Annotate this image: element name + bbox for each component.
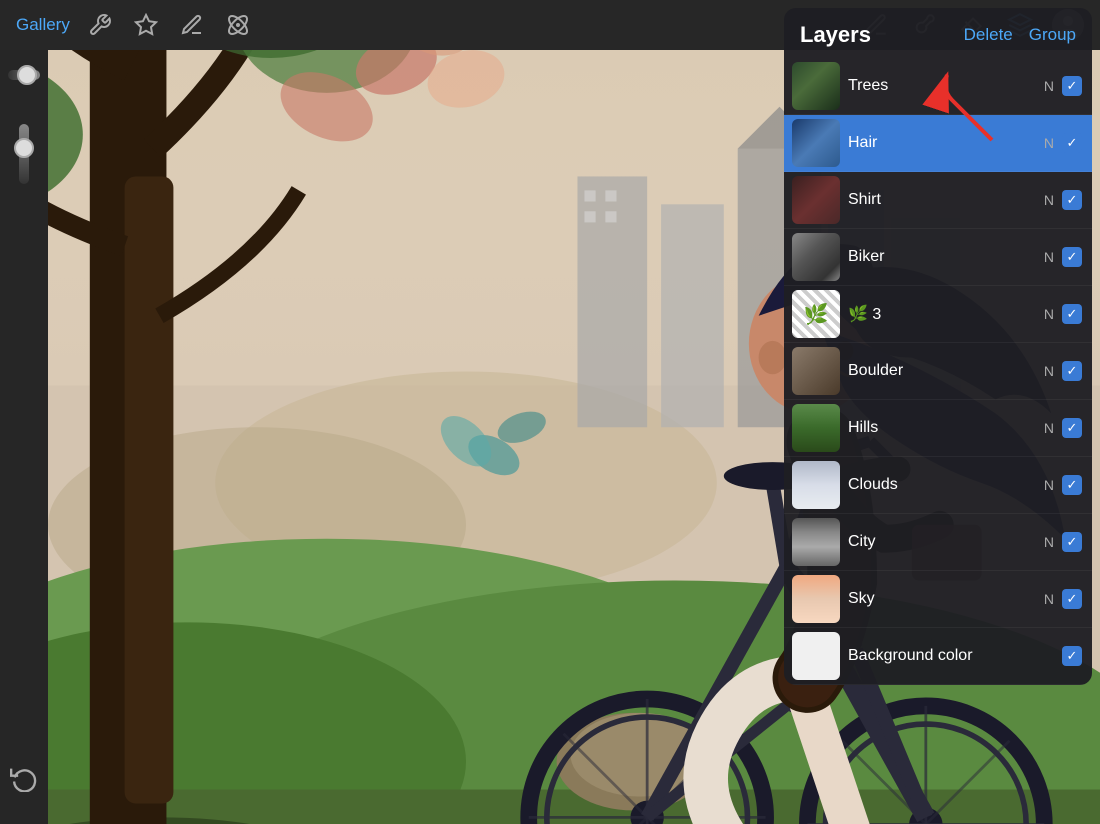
layer-row-hills[interactable]: Hills N — [784, 400, 1092, 457]
layer-visible-bgcol[interactable] — [1062, 646, 1082, 666]
layer-info-boulder: Boulder N — [848, 361, 1082, 381]
layer-thumb-sky — [792, 575, 840, 623]
layer-controls-sky: N — [1044, 589, 1082, 609]
layer-thumb-3: 🌿 — [792, 290, 840, 338]
layer-mode-boulder: N — [1044, 363, 1054, 379]
layer-controls-boulder: N — [1044, 361, 1082, 381]
layer-thumb-hills — [792, 404, 840, 452]
toolbar-left: Gallery — [16, 9, 254, 41]
layer-controls-trees: N — [1044, 76, 1082, 96]
layer-mode-trees: N — [1044, 78, 1054, 94]
layer-row-trees[interactable]: Trees N — [784, 58, 1092, 115]
layer-info-bgcol: Background color — [848, 646, 1082, 666]
layer-info-trees: Trees N — [848, 76, 1082, 96]
layers-header: Layers Delete Group — [784, 8, 1092, 58]
gallery-button[interactable]: Gallery — [16, 15, 70, 35]
layer-mode-hair: N — [1044, 135, 1054, 151]
layer-visible-biker[interactable] — [1062, 247, 1082, 267]
layer-row-biker[interactable]: Biker N — [784, 229, 1092, 286]
layer-name-shirt: Shirt — [848, 191, 881, 209]
layer-name-sky: Sky — [848, 590, 875, 608]
layer-visible-hills[interactable] — [1062, 418, 1082, 438]
layer-thumb-shirt — [792, 176, 840, 224]
wrench-tool[interactable] — [84, 9, 116, 41]
layer-visible-boulder[interactable] — [1062, 361, 1082, 381]
layer-visible-3[interactable] — [1062, 304, 1082, 324]
layer-thumb-hair — [792, 119, 840, 167]
layer-info-biker: Biker N — [848, 247, 1082, 267]
layer-visible-sky[interactable] — [1062, 589, 1082, 609]
layer-name-boulder: Boulder — [848, 362, 903, 380]
layer-row-city[interactable]: City N — [784, 514, 1092, 571]
layer-mode-clouds: N — [1044, 477, 1054, 493]
undo-button[interactable] — [6, 760, 42, 796]
layer-row-boulder[interactable]: Boulder N — [784, 343, 1092, 400]
layer-info-hills: Hills N — [848, 418, 1082, 438]
layer-info-clouds: Clouds N — [848, 475, 1082, 495]
layer-controls-3: N — [1044, 304, 1082, 324]
layer-name-3: 🌿 3 — [848, 304, 881, 324]
layer-mode-shirt: N — [1044, 192, 1054, 208]
layer-row-hair[interactable]: Hair N — [784, 115, 1092, 172]
group-button[interactable]: Group — [1029, 25, 1076, 45]
layer-name-city: City — [848, 533, 876, 551]
layer-thumb-trees — [792, 62, 840, 110]
layer-mode-city: N — [1044, 534, 1054, 550]
layer-mode-3: N — [1044, 306, 1054, 322]
layer-visible-city[interactable] — [1062, 532, 1082, 552]
layer-name-hills: Hills — [848, 419, 878, 437]
layers-panel: Layers Delete Group Trees N Hair N — [784, 8, 1092, 685]
layer-info-3: 🌿 3 N — [848, 304, 1082, 324]
layer-controls-hair: N — [1044, 133, 1082, 153]
layer-name-trees: Trees — [848, 77, 888, 95]
adjust-tool[interactable] — [130, 9, 162, 41]
layer-controls-clouds: N — [1044, 475, 1082, 495]
layer-mode-hills: N — [1044, 420, 1054, 436]
layer-controls-bgcol — [1062, 646, 1082, 666]
delete-button[interactable]: Delete — [964, 25, 1013, 45]
layer-visible-hair[interactable] — [1062, 133, 1082, 153]
layer-row-shirt[interactable]: Shirt N — [784, 172, 1092, 229]
layers-title: Layers — [800, 22, 871, 48]
layer-controls-city: N — [1044, 532, 1082, 552]
layer-visible-clouds[interactable] — [1062, 475, 1082, 495]
brush-size-slider[interactable] — [8, 70, 40, 80]
layer-name-hair: Hair — [848, 134, 877, 152]
layer-thumb-boulder — [792, 347, 840, 395]
layer-info-hair: Hair N — [848, 133, 1082, 153]
layer-thumb-biker — [792, 233, 840, 281]
layer-info-sky: Sky N — [848, 589, 1082, 609]
layer-thumb-city — [792, 518, 840, 566]
layer-row-3[interactable]: 🌿 🌿 3 N — [784, 286, 1092, 343]
layer-controls-biker: N — [1044, 247, 1082, 267]
layer-thumb-bgcol — [792, 632, 840, 680]
layer-controls-hills: N — [1044, 418, 1082, 438]
layer-name-clouds: Clouds — [848, 476, 898, 494]
layer-mode-biker: N — [1044, 249, 1054, 265]
layer-row-clouds[interactable]: Clouds N — [784, 457, 1092, 514]
layer-mode-sky: N — [1044, 591, 1054, 607]
layer-info-shirt: Shirt N — [848, 190, 1082, 210]
layer-row-bgcol[interactable]: Background color — [784, 628, 1092, 685]
layer-thumb-clouds — [792, 461, 840, 509]
layer-name-bgcol: Background color — [848, 647, 973, 665]
smudge-tool[interactable] — [176, 9, 208, 41]
symmetry-tool[interactable] — [222, 9, 254, 41]
layer-row-sky[interactable]: Sky N — [784, 571, 1092, 628]
layer-info-city: City N — [848, 532, 1082, 552]
brush-opacity-slider[interactable] — [19, 124, 29, 184]
layers-actions: Delete Group — [964, 25, 1076, 45]
layer-controls-shirt: N — [1044, 190, 1082, 210]
left-toolbar — [0, 50, 48, 824]
layer-visible-trees[interactable] — [1062, 76, 1082, 96]
layer-name-biker: Biker — [848, 248, 884, 266]
layer-visible-shirt[interactable] — [1062, 190, 1082, 210]
brush-size-controls — [8, 70, 40, 184]
